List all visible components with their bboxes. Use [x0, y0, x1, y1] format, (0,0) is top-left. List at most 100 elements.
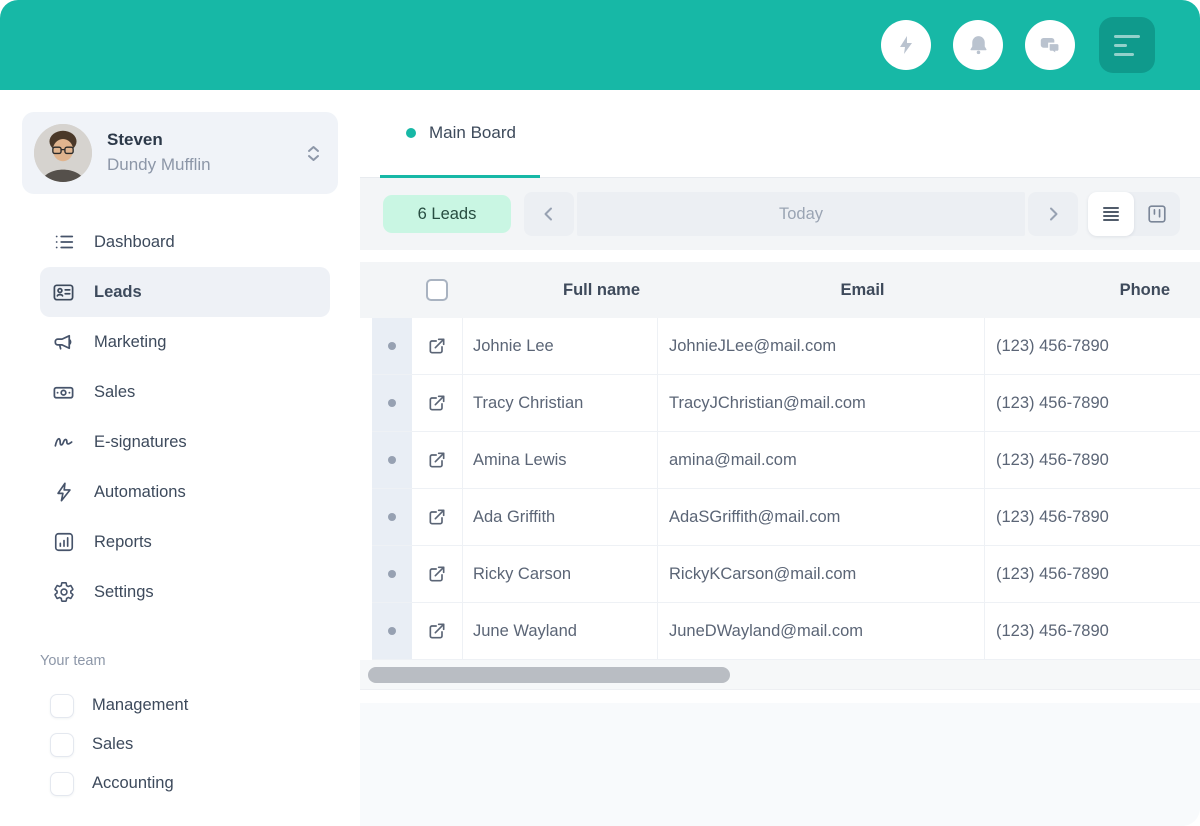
gear-icon [52, 581, 75, 604]
external-link-icon [427, 564, 447, 584]
signature-icon [52, 431, 75, 454]
external-link-icon [427, 507, 447, 527]
row-status-dot-icon [388, 513, 396, 521]
lead-full-name: Tracy Christian [462, 375, 657, 431]
lead-full-name: Johnie Lee [462, 318, 657, 374]
open-lead-button[interactable] [412, 432, 462, 488]
chevron-up-down-icon [307, 145, 320, 162]
row-gutter [372, 375, 412, 431]
external-link-icon [427, 450, 447, 470]
quick-actions-button[interactable] [881, 20, 931, 70]
banknote-icon [52, 381, 75, 404]
contact-card-icon [52, 281, 75, 304]
tab-main-board[interactable]: Main Board [380, 90, 540, 178]
content-background [360, 703, 1200, 826]
lead-email: RickyKCarson@mail.com [657, 546, 984, 602]
sidebar-item-sales[interactable]: Sales [0, 367, 360, 417]
open-lead-button[interactable] [412, 489, 462, 545]
lightning-icon [52, 481, 75, 504]
today-label: Today [779, 205, 823, 224]
next-period-button[interactable] [1028, 192, 1078, 236]
profile-card[interactable]: Steven Dundy Mufflin [22, 112, 338, 194]
sidebar-item-label: Reports [94, 533, 152, 552]
chevron-right-icon [1044, 205, 1062, 223]
open-lead-button[interactable] [412, 375, 462, 431]
messages-button[interactable] [1025, 20, 1075, 70]
sidebar: Steven Dundy Mufflin Dashboard [0, 90, 360, 826]
tab-label: Main Board [429, 123, 516, 143]
sidebar-item-e-signatures[interactable]: E-signatures [0, 417, 360, 467]
open-lead-button[interactable] [412, 603, 462, 659]
view-toggle [1088, 192, 1180, 236]
divider [360, 690, 1200, 703]
notifications-button[interactable] [953, 20, 1003, 70]
team-option-label: Management [92, 696, 188, 715]
row-gutter [372, 318, 412, 374]
lead-phone: (123) 456-7890 [984, 318, 1200, 374]
previous-period-button[interactable] [524, 192, 574, 236]
sidebar-item-label: Sales [94, 383, 135, 402]
leads-rows: Johnie Lee JohnieJLee@mail.com (123) 456… [360, 318, 1200, 660]
sidebar-item-dashboard[interactable]: Dashboard [0, 217, 360, 267]
main-menu-button[interactable] [1099, 17, 1155, 73]
external-link-icon [427, 336, 447, 356]
sidebar-item-leads[interactable]: Leads [40, 267, 330, 317]
row-status-dot-icon [388, 342, 396, 350]
list-view-button[interactable] [1088, 192, 1134, 236]
external-link-icon [427, 393, 447, 413]
table-row: Ada Griffith AdaSGriffith@mail.com (123)… [372, 489, 1200, 546]
team-option-accounting: Accounting [0, 764, 360, 803]
lead-phone: (123) 456-7890 [984, 375, 1200, 431]
bell-icon [966, 33, 991, 58]
lead-phone: (123) 456-7890 [984, 489, 1200, 545]
team-list: Management Sales Accounting [0, 686, 360, 803]
lead-email: AdaSGriffith@mail.com [657, 489, 984, 545]
kanban-view-button[interactable] [1134, 192, 1180, 236]
column-header-full-name: Full name [462, 281, 657, 300]
row-gutter [372, 432, 412, 488]
management-checkbox[interactable] [50, 694, 74, 718]
sidebar-item-label: Leads [94, 283, 142, 302]
sidebar-item-label: E-signatures [94, 433, 187, 452]
chevron-left-icon [540, 205, 558, 223]
horizontal-scrollbar [360, 660, 1200, 690]
team-option-label: Sales [92, 735, 133, 754]
lead-full-name: June Wayland [462, 603, 657, 659]
lead-full-name: Amina Lewis [462, 432, 657, 488]
row-status-dot-icon [388, 570, 396, 578]
sidebar-item-marketing[interactable]: Marketing [0, 317, 360, 367]
board-toolbar: 6 Leads Today [360, 178, 1200, 250]
sidebar-item-automations[interactable]: Automations [0, 467, 360, 517]
leads-table-header: Full name Email Phone [360, 262, 1200, 318]
scrollbar-thumb[interactable] [368, 667, 730, 683]
kanban-view-icon [1146, 203, 1168, 225]
lead-phone: (123) 456-7890 [984, 603, 1200, 659]
table-row: June Wayland JuneDWayland@mail.com (123)… [372, 603, 1200, 660]
open-lead-button[interactable] [412, 318, 462, 374]
row-gutter [372, 489, 412, 545]
row-status-dot-icon [388, 399, 396, 407]
sales-checkbox[interactable] [50, 733, 74, 757]
accounting-checkbox[interactable] [50, 772, 74, 796]
select-all-checkbox[interactable] [426, 279, 448, 301]
column-header-phone: Phone [984, 281, 1200, 300]
sidebar-item-reports[interactable]: Reports [0, 517, 360, 567]
column-header-email: Email [657, 281, 984, 300]
table-row: Tracy Christian TracyJChristian@mail.com… [372, 375, 1200, 432]
topbar [0, 0, 1200, 90]
today-selector[interactable]: Today [577, 192, 1025, 236]
external-link-icon [427, 621, 447, 641]
megaphone-icon [52, 331, 75, 354]
list-view-icon [1101, 204, 1121, 224]
table-row: Ricky Carson RickyKCarson@mail.com (123)… [372, 546, 1200, 603]
open-lead-button[interactable] [412, 546, 462, 602]
sidebar-item-settings[interactable]: Settings [0, 567, 360, 617]
lead-phone: (123) 456-7890 [984, 546, 1200, 602]
lead-full-name: Ricky Carson [462, 546, 657, 602]
lead-full-name: Ada Griffith [462, 489, 657, 545]
sidebar-item-label: Dashboard [94, 233, 175, 252]
table-row: Amina Lewis amina@mail.com (123) 456-789… [372, 432, 1200, 489]
row-gutter [372, 603, 412, 659]
chat-icon [1037, 32, 1063, 58]
sidebar-nav: Dashboard Leads Marketing [0, 217, 360, 617]
